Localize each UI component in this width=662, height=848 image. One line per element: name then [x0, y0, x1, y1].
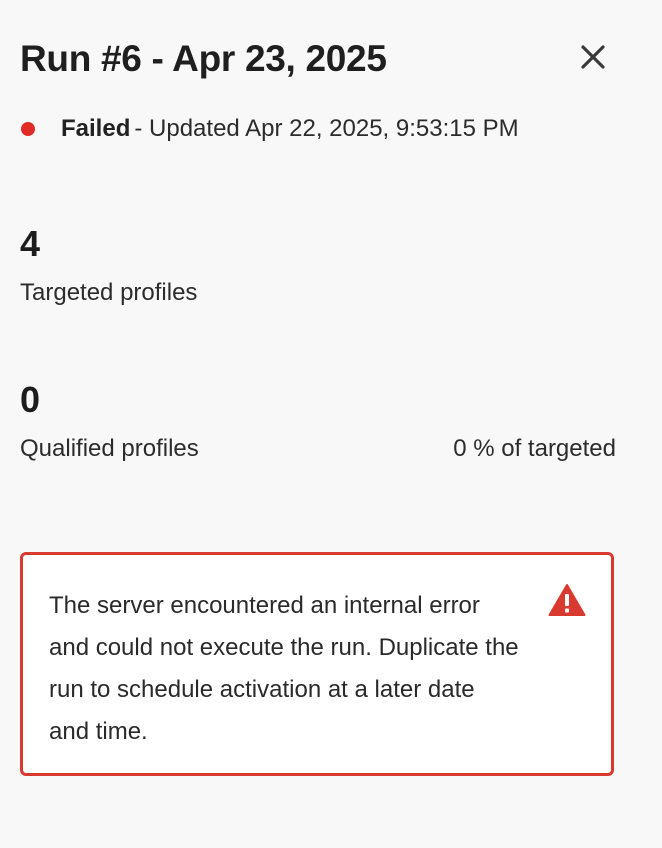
- status-dot-icon: [21, 122, 35, 136]
- run-details-panel: Run #6 - Apr 23, 2025 Failed - Updated A…: [0, 0, 662, 848]
- panel-header: Run #6 - Apr 23, 2025: [20, 36, 642, 84]
- status-separator: -: [134, 115, 150, 142]
- status-label: Failed: [61, 115, 131, 142]
- targeted-profiles-label-row: Targeted profiles: [20, 278, 616, 308]
- qualified-profiles-value: 0: [20, 379, 41, 420]
- close-button[interactable]: [578, 42, 608, 72]
- page-title: Run #6 - Apr 23, 2025: [20, 38, 387, 79]
- close-icon: [581, 45, 605, 69]
- targeted-profiles-value: 4: [20, 223, 41, 264]
- error-message: The server encountered an internal error…: [49, 592, 519, 745]
- qualified-profiles-label: Qualified profiles: [20, 435, 199, 462]
- updated-timestamp: Updated Apr 22, 2025, 9:53:15 PM: [149, 115, 519, 142]
- targeted-profiles-label: Targeted profiles: [20, 279, 198, 306]
- error-alert: The server encountered an internal error…: [20, 552, 614, 776]
- qualified-profiles-label-row: Qualified profiles 0 % of targeted: [20, 434, 616, 464]
- qualified-profiles-metric: 0 Qualified profiles 0 % of targeted: [20, 380, 616, 464]
- status-updated-text: - Updated Apr 22, 2025, 9:53:15 PM: [134, 113, 518, 145]
- alert-triangle-icon: [548, 584, 586, 616]
- targeted-profiles-metric: 4 Targeted profiles: [20, 224, 616, 308]
- run-status: Failed - Updated Apr 22, 2025, 9:53:15 P…: [20, 113, 519, 145]
- qualified-percent-of-targeted: 0 % of targeted: [453, 435, 616, 462]
